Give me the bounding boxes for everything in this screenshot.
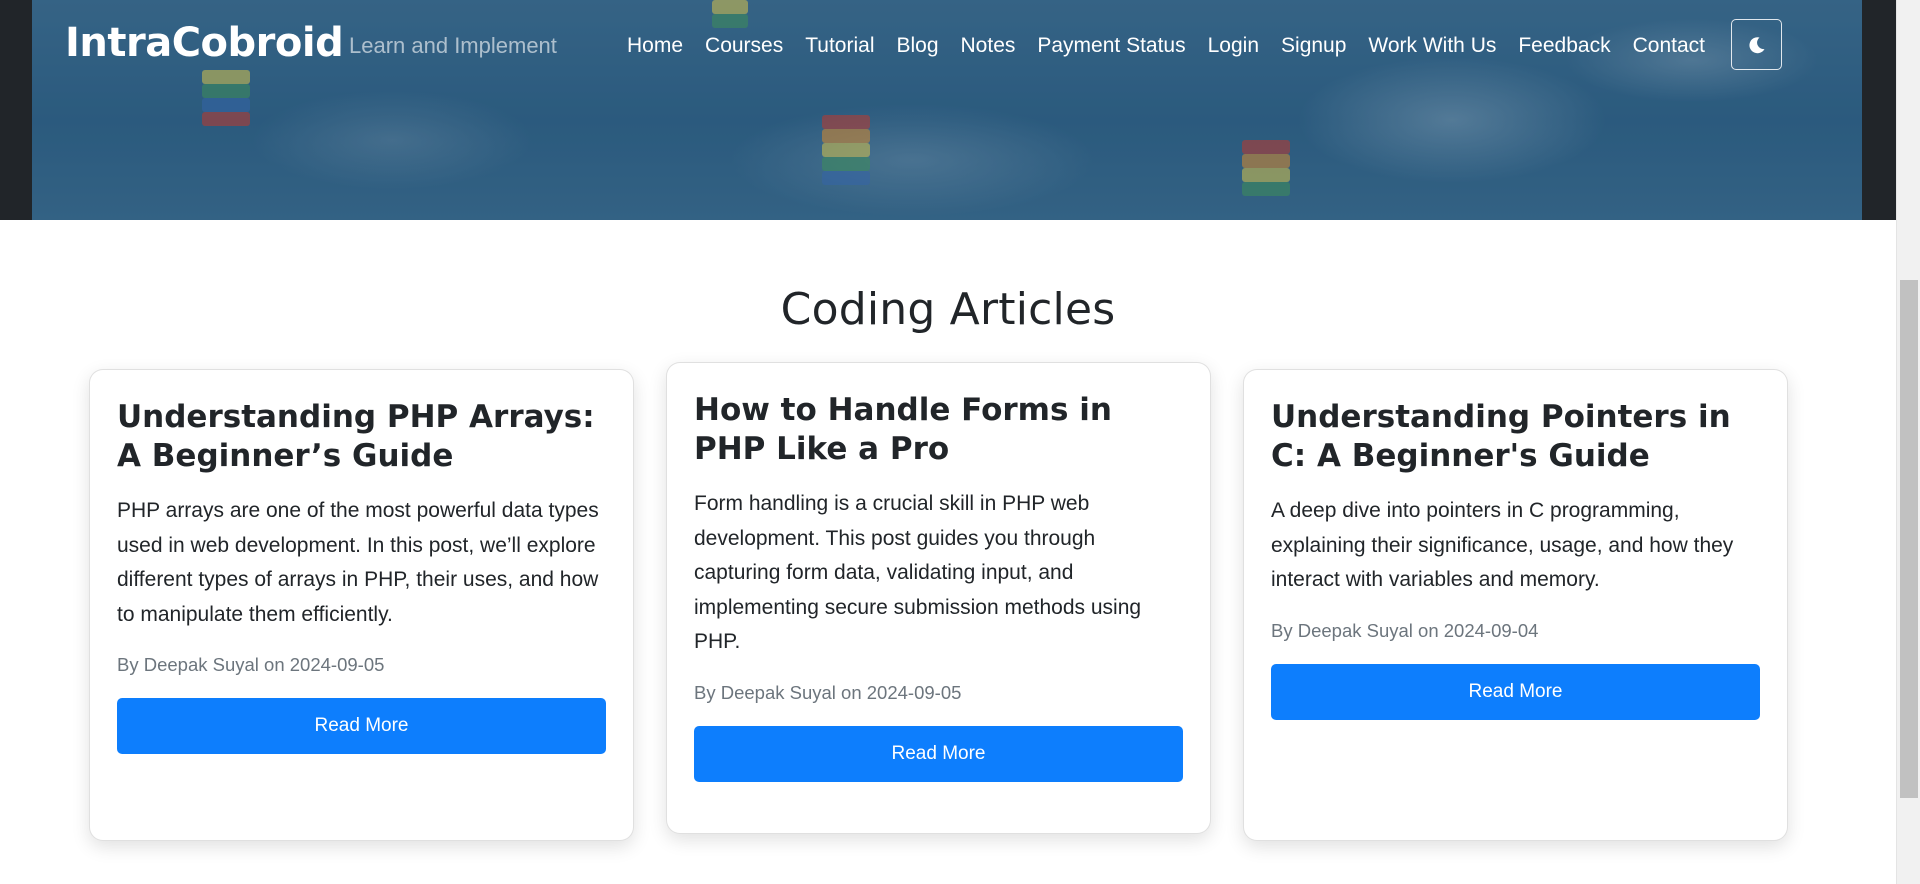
- theme-toggle-button[interactable]: [1731, 19, 1782, 70]
- article-title: Understanding Pointers in C: A Beginner'…: [1271, 399, 1731, 474]
- nav-item-work-with-us[interactable]: Work With Us: [1357, 32, 1507, 60]
- nav-item-notes[interactable]: Notes: [950, 32, 1027, 60]
- article-description: A deep dive into pointers in C programmi…: [1271, 499, 1734, 591]
- article-description: Form handling is a crucial skill in PHP …: [694, 492, 1142, 653]
- nav-item-payment-status[interactable]: Payment Status: [1026, 32, 1196, 60]
- toy-blocks-decoration: [822, 115, 870, 185]
- read-more-button[interactable]: Read More: [1271, 663, 1760, 720]
- scrollbar-thumb[interactable]: [1900, 280, 1918, 798]
- main-navbar: IntraCobroid Learn and Implement Home Co…: [0, 0, 1896, 92]
- nav-item-signup[interactable]: Signup: [1270, 32, 1357, 60]
- nav-item-home[interactable]: Home: [627, 32, 694, 60]
- moon-icon: [1748, 36, 1764, 53]
- article-card: How to Handle Forms in PHP Like a Pro Fo…: [666, 362, 1211, 834]
- article-title: Understanding PHP Arrays: A Beginner’s G…: [117, 399, 595, 474]
- nav-item-courses[interactable]: Courses: [694, 32, 794, 60]
- brand-logo[interactable]: IntraCobroid: [65, 20, 344, 66]
- nav-item-feedback[interactable]: Feedback: [1507, 32, 1621, 60]
- read-more-button[interactable]: Read More: [694, 725, 1183, 782]
- article-card: Understanding Pointers in C: A Beginner'…: [1243, 369, 1788, 841]
- section-title: Coding Articles: [780, 284, 1116, 335]
- brand-tagline: Learn and Implement: [349, 33, 557, 58]
- nav-item-blog[interactable]: Blog: [885, 32, 949, 60]
- read-more-button[interactable]: Read More: [117, 698, 606, 754]
- article-meta: By Deepak Suyal on 2024-09-05: [117, 654, 385, 675]
- article-card: Understanding PHP Arrays: A Beginner’s G…: [89, 369, 634, 841]
- nav-item-login[interactable]: Login: [1197, 32, 1270, 60]
- nav-item-contact[interactable]: Contact: [1622, 32, 1716, 60]
- article-title: How to Handle Forms in PHP Like a Pro: [694, 392, 1112, 467]
- article-description: PHP arrays are one of the most powerful …: [117, 499, 599, 626]
- page-scrollbar[interactable]: [1896, 0, 1920, 884]
- article-meta: By Deepak Suyal on 2024-09-05: [694, 681, 962, 703]
- article-meta: By Deepak Suyal on 2024-09-04: [1271, 619, 1539, 641]
- toy-blocks-decoration: [1242, 140, 1290, 196]
- nav-item-tutorial[interactable]: Tutorial: [794, 32, 885, 60]
- nav-menu: Home Courses Tutorial Blog Notes Payment…: [627, 32, 1716, 60]
